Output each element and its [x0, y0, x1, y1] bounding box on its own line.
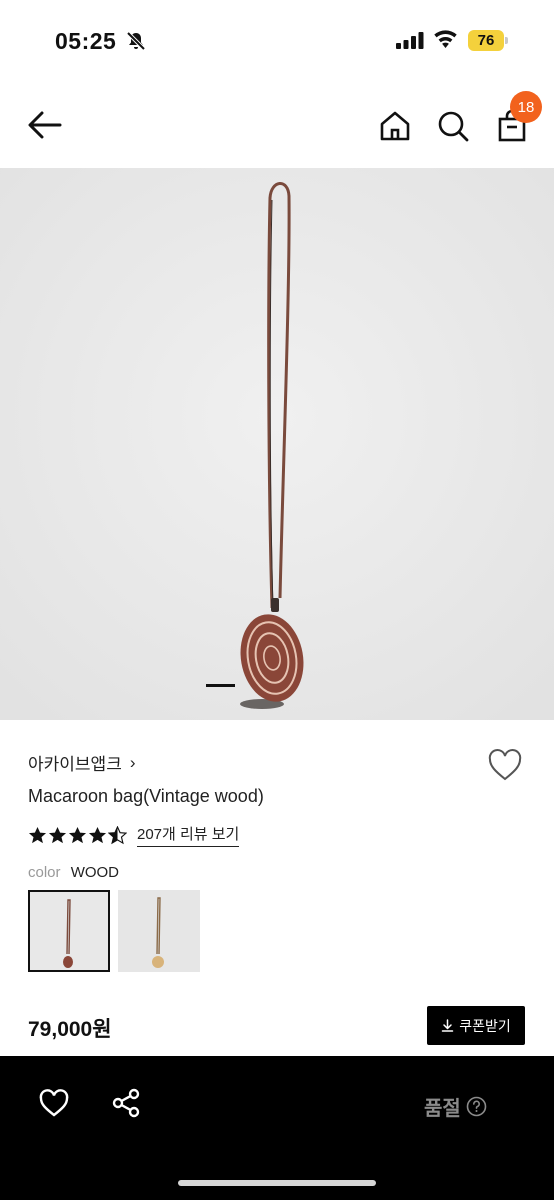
carousel-indicator	[206, 684, 235, 687]
star-icon	[48, 826, 67, 843]
bottom-action-bar: 품절	[0, 1056, 554, 1200]
back-arrow-icon[interactable]	[26, 109, 64, 141]
brand-link[interactable]: 아카이브앱크 ›	[28, 750, 136, 775]
battery-icon: 76	[468, 30, 508, 51]
share-icon[interactable]	[111, 1088, 141, 1118]
wifi-icon	[434, 30, 457, 48]
half-star-icon	[108, 825, 127, 844]
home-indicator	[178, 1180, 376, 1186]
color-swatch-wood[interactable]	[28, 890, 110, 972]
app-header	[0, 82, 554, 168]
coupon-button[interactable]: 쿠폰받기	[427, 1006, 525, 1045]
color-value: WOOD	[70, 864, 120, 881]
cart-count-badge: 18	[510, 91, 542, 123]
review-link[interactable]: 207개 리뷰 보기	[137, 823, 240, 847]
status-bar: 05:25 76	[0, 0, 554, 82]
product-photo	[0, 168, 554, 720]
brand-name: 아카이브앱크	[28, 755, 122, 774]
star-icon	[88, 826, 107, 843]
swatch-thumbnail	[118, 890, 200, 972]
home-icon[interactable]	[378, 109, 412, 143]
chevron-right-icon: ›	[129, 752, 136, 772]
search-icon[interactable]	[436, 109, 470, 143]
help-icon[interactable]	[466, 1096, 487, 1117]
heart-outline-icon[interactable]	[487, 748, 523, 782]
heart-icon[interactable]	[38, 1088, 70, 1118]
color-label: color	[28, 864, 61, 881]
battery-level: 76	[468, 30, 504, 51]
soldout-label: 품절	[424, 1098, 461, 1120]
coupon-label: 쿠폰받기	[459, 1017, 511, 1034]
color-option-row: color WOOD	[28, 864, 119, 881]
price: 79,000원	[28, 1018, 112, 1041]
color-swatch-natural[interactable]	[118, 890, 200, 972]
bell-slash-icon	[126, 31, 146, 51]
rating-row: 207개 리뷰 보기	[28, 823, 240, 847]
product-name: Macaroon bag(Vintage wood)	[28, 786, 264, 806]
soldout-status: 품절	[424, 1092, 487, 1121]
download-icon	[441, 1019, 454, 1032]
swatch-thumbnail	[30, 892, 108, 970]
signal-icon	[396, 32, 424, 49]
star-icon	[68, 826, 87, 843]
status-time: 05:25	[55, 28, 117, 54]
star-icon	[28, 826, 47, 843]
star-rating	[28, 825, 127, 845]
product-image-carousel[interactable]	[0, 168, 554, 720]
